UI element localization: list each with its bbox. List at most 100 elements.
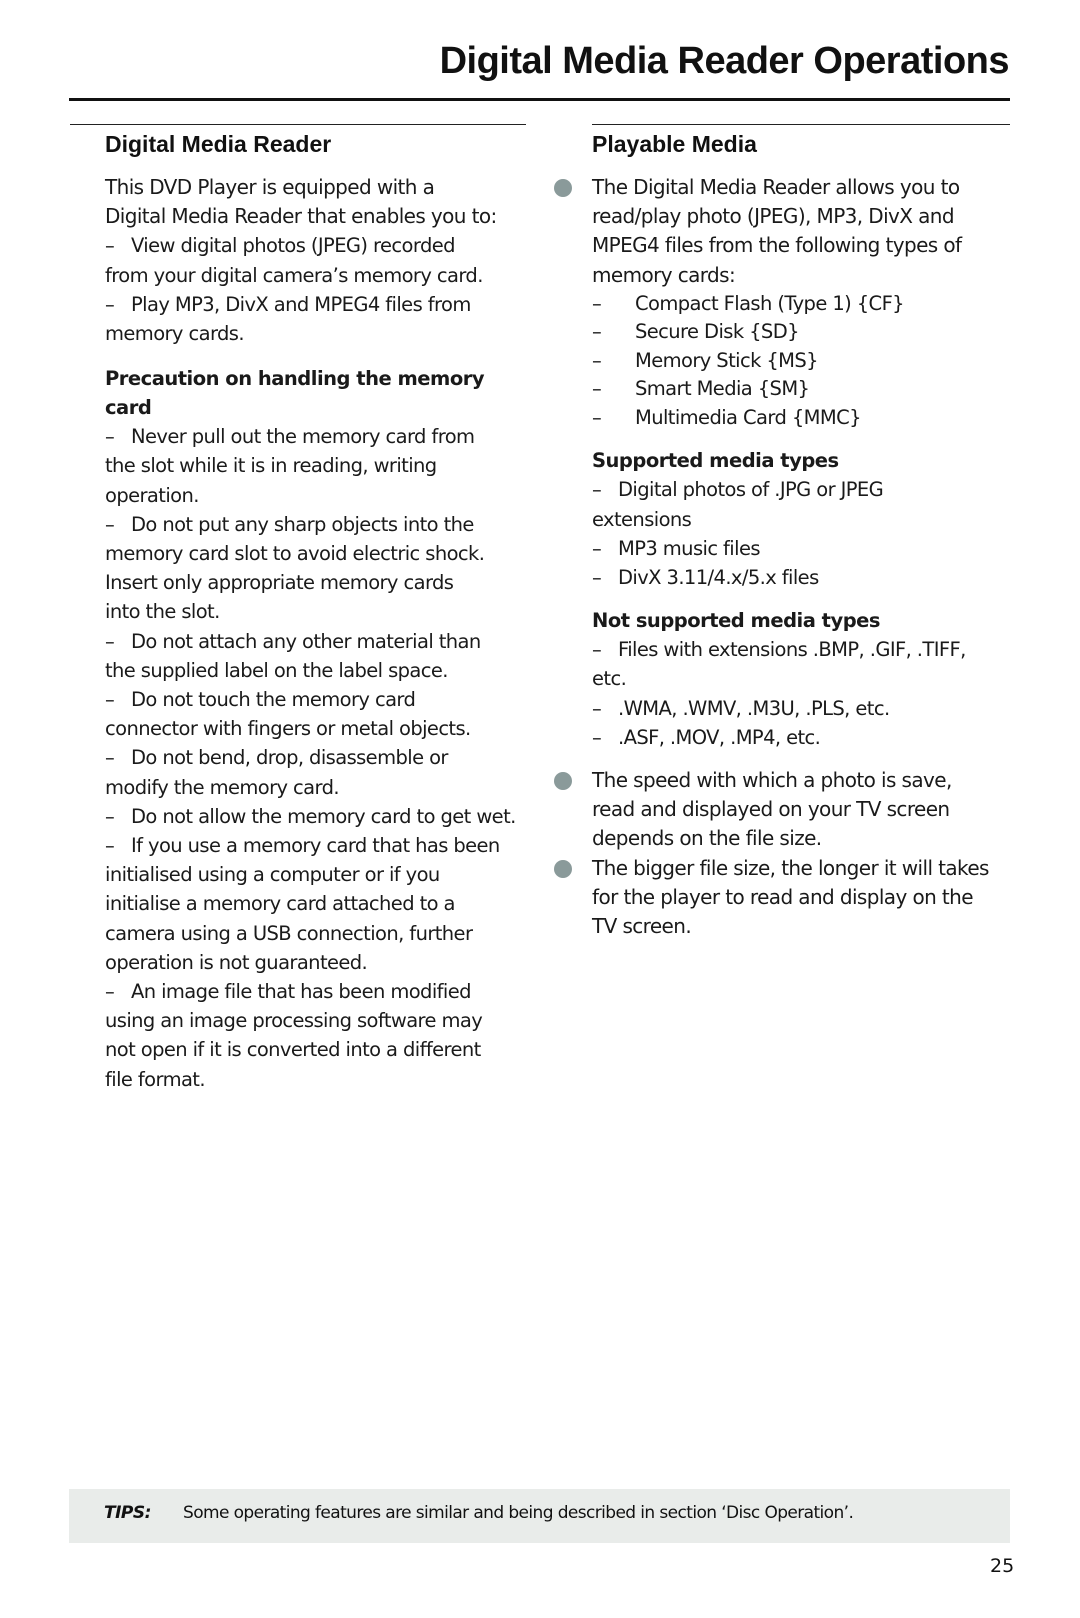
precaution-text: using an image processing software may xyxy=(105,1009,483,1033)
dash-marker: – xyxy=(592,696,602,720)
memory-card-label: Compact Flash (Type 1) {CF} xyxy=(635,291,905,315)
precaution-line: the slot while it is in reading, writing xyxy=(105,451,525,480)
bullet-line: memory cards: xyxy=(592,262,736,287)
dash-marker: – xyxy=(592,478,602,502)
not-supported-media-item: – Files with extensions .BMP, .GIF, .TIFF… xyxy=(592,635,1010,693)
precaution-line: Insert only appropriate memory cards xyxy=(105,568,525,597)
precaution-line: – Do not put any sharp objects into the xyxy=(105,510,525,539)
section-divider xyxy=(592,124,1010,125)
precaution-heading-line: card xyxy=(105,396,152,420)
precaution-line: operation is not guaranteed. xyxy=(105,948,525,977)
section-heading-playable-media: Playable Media xyxy=(592,131,757,157)
title-divider xyxy=(69,98,1010,101)
dash-marker: – xyxy=(105,980,115,1004)
precaution-text: memory card slot to avoid electric shock… xyxy=(105,542,485,566)
memory-card-label: Secure Disk {SD} xyxy=(635,320,800,344)
precaution-text: connector with fingers or metal objects. xyxy=(105,717,471,741)
not-supported-media-item-line: – .ASF, .MOV, .MP4, etc. xyxy=(592,723,1010,752)
memory-card-item: – Smart Media {SM} xyxy=(592,375,1010,404)
precaution-line: – If you use a memory card that has been xyxy=(105,831,525,860)
dash-marker: – xyxy=(105,512,115,536)
bullet-paragraph-media-reader: The Digital Media Reader allows you to r… xyxy=(554,173,1010,290)
left-column: Digital Media Reader This DVD Player is … xyxy=(70,124,526,1094)
precaution-line: – Do not attach any other material than xyxy=(105,627,525,656)
precaution-item: – Do not attach any other material than th… xyxy=(105,627,525,685)
bullet-dot-icon xyxy=(554,859,572,878)
precaution-text: Do not touch the memory card xyxy=(131,688,416,712)
bullet-line: The Digital Media Reader allows you to xyxy=(592,175,960,199)
memory-card-list: – Compact Flash (Type 1) {CF} – Secure Dis… xyxy=(592,290,1010,433)
precaution-text: Do not attach any other material than xyxy=(131,629,481,653)
bullet-paragraph-file-size: The bigger file size, the longer it will… xyxy=(554,854,1010,942)
feature-text: View digital photos (JPEG) recorded xyxy=(131,234,456,258)
precaution-item: – An image file that has been modified usi… xyxy=(105,977,525,1094)
bullet-line: The bigger file size, the longer it will… xyxy=(592,855,989,880)
bullet-line: for the player to read and display on th… xyxy=(592,884,974,909)
not-supported-media-item-text: .ASF, .MOV, .MP4, etc. xyxy=(618,725,821,749)
memory-card-item: – Memory Stick {MS} xyxy=(592,347,1010,376)
precaution-text: camera using a USB connection, further xyxy=(105,921,473,945)
dash-marker: – xyxy=(105,688,115,712)
precaution-line: the supplied label on the label space. xyxy=(105,656,525,685)
precaution-text: file format. xyxy=(105,1067,206,1091)
tips-box: TIPS: Some operating features are simila… xyxy=(69,1489,1010,1543)
precaution-item: – Do not put any sharp objects into the me… xyxy=(105,510,525,627)
dash-marker: – xyxy=(105,629,115,653)
tips-label: TIPS: xyxy=(104,1503,151,1523)
feature-text-cont: memory cards. xyxy=(105,322,245,346)
dash-marker: – xyxy=(105,292,115,316)
bullet-line: The speed with which a photo is save, xyxy=(592,767,952,792)
precaution-line: camera using a USB connection, further xyxy=(105,919,525,948)
dash-marker: – xyxy=(592,377,602,401)
page-title: Digital Media Reader Operations xyxy=(439,40,1010,82)
page-number: 25 xyxy=(990,1555,1015,1577)
precaution-item: – Never pull out the memory card from the … xyxy=(105,422,525,510)
not-supported-media-list: – Files with extensions .BMP, .GIF, .TIFF… xyxy=(592,635,1010,752)
precaution-text: Do not allow the memory card to get wet. xyxy=(131,804,516,828)
precaution-text: Never pull out the memory card from xyxy=(131,425,475,449)
precaution-line: initialise a memory card attached to a xyxy=(105,889,525,918)
feature-item: – Play MP3, DivX and MPEG4 files from mem… xyxy=(105,290,525,348)
supported-media-list: – Digital photos of .JPG or JPEG extension… xyxy=(592,475,1010,592)
precaution-line: – An image file that has been modified xyxy=(105,977,525,1006)
bullet-paragraph-speed: The speed with which a photo is save, re… xyxy=(554,766,1010,854)
bullet-dot-icon xyxy=(554,771,572,790)
precaution-line: memory card slot to avoid electric shock… xyxy=(105,539,525,568)
dash-marker: – xyxy=(105,804,115,828)
not-supported-media-item: – .ASF, .MOV, .MP4, etc. xyxy=(592,723,1010,752)
precaution-text: the slot while it is in reading, writing xyxy=(105,454,437,478)
precaution-text: An image file that has been modified xyxy=(131,980,472,1004)
precaution-line: modify the memory card. xyxy=(105,773,525,802)
precaution-line: file format. xyxy=(105,1065,525,1094)
precaution-text: operation is not guaranteed. xyxy=(105,950,368,974)
precaution-item: – Do not allow the memory card to get wet… xyxy=(105,802,525,831)
feature-text-cont: from your digital camera’s memory card. xyxy=(105,263,483,287)
supported-media-item-text: Digital photos of .JPG or JPEG xyxy=(618,478,884,502)
precaution-item: – Do not touch the memory card connector w… xyxy=(105,685,525,743)
not-supported-media-item-text: .WMA, .WMV, .M3U, .PLS, etc. xyxy=(618,696,890,720)
supported-media-item-line: – Digital photos of .JPG or JPEG xyxy=(592,475,1010,504)
supported-media-item-line: – MP3 music files xyxy=(592,534,1010,563)
supported-media-item-text: DivX 3.11/4.x/5.x files xyxy=(618,565,819,589)
precaution-line: – Do not bend, drop, disassemble or xyxy=(105,743,525,772)
precaution-line: initialised using a computer or if you xyxy=(105,860,525,889)
dash-marker: – xyxy=(105,425,115,449)
dash-marker: – xyxy=(592,320,602,344)
bullet-dot-icon xyxy=(554,179,572,197)
feature-text: Play MP3, DivX and MPEG4 files from xyxy=(131,292,471,316)
precaution-line: not open if it is converted into a diffe… xyxy=(105,1035,525,1064)
intro-line: This DVD Player is equipped with a xyxy=(105,175,435,199)
supported-media-item: – DivX 3.11/4.x/5.x files xyxy=(592,563,1010,592)
section-heading-digital-media-reader: Digital Media Reader xyxy=(105,131,332,157)
dash-marker: – xyxy=(592,638,602,662)
precaution-text: Insert only appropriate memory cards xyxy=(105,571,454,595)
bullet-line: read/play photo (JPEG), MP3, DivX and xyxy=(592,204,955,229)
memory-card-item: – Multimedia Card {MMC} xyxy=(592,404,1010,433)
memory-card-label: Multimedia Card {MMC} xyxy=(635,405,862,429)
intro-paragraph: This DVD Player is equipped with a Digit… xyxy=(105,173,525,231)
dash-marker: – xyxy=(592,725,602,749)
right-column: Playable Media The Digital Media Reader … xyxy=(554,124,1010,942)
precaution-line: – Never pull out the memory card from xyxy=(105,422,525,451)
precaution-item: – If you use a memory card that has been i… xyxy=(105,831,525,977)
supported-media-item-text: MP3 music files xyxy=(618,536,761,560)
